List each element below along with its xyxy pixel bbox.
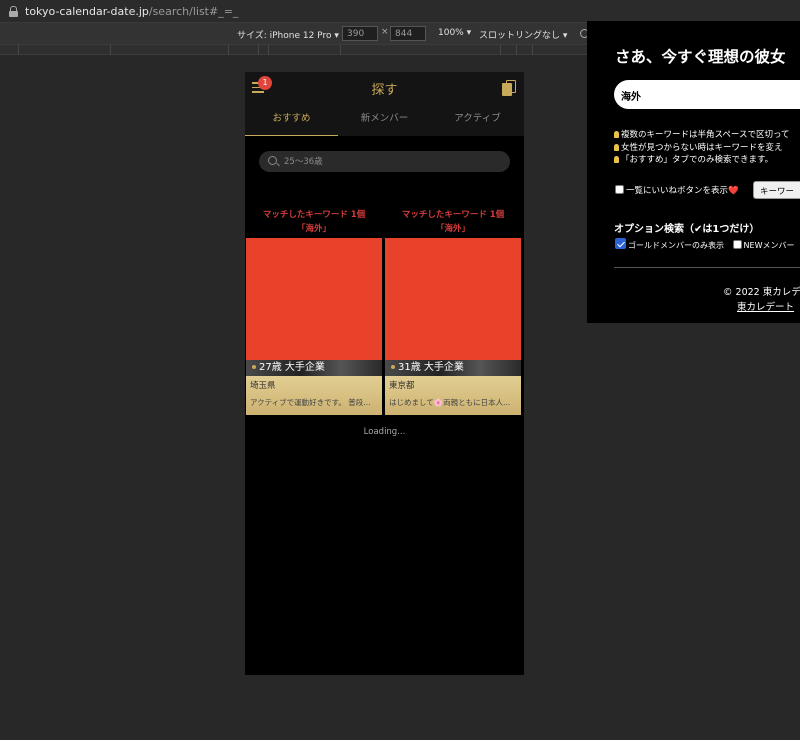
app-header: 1 探す	[245, 72, 524, 104]
profile-info: 東京都 はじめまして🌸両親ともに日本人...	[385, 376, 521, 415]
age-job-label: 27歳 大手企業	[252, 358, 325, 373]
url-path: /search/list#_=_	[148, 4, 239, 18]
divider	[614, 267, 800, 268]
lock-icon	[9, 5, 18, 17]
panel-title: さあ、今すぐ理想の彼女	[615, 48, 786, 66]
age-job-label: 31歳 大手企業	[391, 358, 464, 373]
lightbulb-icon	[614, 156, 619, 163]
profile-card[interactable]: マッチしたキーワード 1個 「海外」 27歳 大手企業 埼玉県 アクティブで運動…	[246, 208, 382, 415]
search-placeholder: 25〜36歳	[284, 157, 323, 167]
profile-photo[interactable]: 31歳 大手企業	[385, 238, 521, 376]
option-row: ゴールドメンバーのみ表示 NEWメンバー	[615, 238, 795, 251]
heart-icon: ❤️	[728, 186, 739, 196]
device-select[interactable]: サイズ: iPhone 12 Pro ▾	[237, 28, 339, 41]
redacted-photo	[385, 238, 521, 360]
bio: アクティブで運動好きです。 普段...	[250, 398, 371, 407]
device-height-input[interactable]: 844	[390, 26, 426, 41]
search-icon	[268, 156, 277, 165]
online-dot-icon	[391, 365, 395, 369]
keyword-input[interactable]: 海外	[614, 80, 800, 109]
redacted-photo	[246, 238, 382, 360]
prefecture: 埼玉県	[250, 381, 276, 391]
tab-active[interactable]: アクティブ	[431, 104, 524, 136]
search-input[interactable]: 25〜36歳	[259, 151, 510, 172]
footer-copyright: © 2022 東カレデ	[723, 287, 800, 298]
prefecture: 東京都	[389, 381, 415, 391]
new-member-label: NEWメンバー	[743, 241, 795, 250]
profile-photo[interactable]: 27歳 大手企業	[246, 238, 382, 376]
tips-list: 複数のキーワードは半角スペースで区切って 女性が見つからない時はキーワードを変え…	[614, 129, 790, 167]
keyword-button[interactable]: キーワー	[753, 181, 800, 199]
bio: はじめまして🌸両親ともに日本人...	[389, 398, 511, 407]
tab-new-members[interactable]: 新メンバー	[338, 104, 431, 136]
option-search-title: オプション検索（✔︎は1つだけ）	[614, 224, 760, 235]
keyword-search-panel: さあ、今すぐ理想の彼女 海外 複数のキーワードは半角スペースで区切って 女性が見…	[587, 21, 800, 323]
footer-link[interactable]: 東カレデート	[737, 299, 794, 313]
profile-info: 埼玉県 アクティブで運動好きです。 普段...	[246, 376, 382, 415]
checkbox[interactable]	[615, 185, 624, 194]
device-width-input[interactable]: 390	[342, 26, 378, 41]
online-dot-icon	[252, 365, 256, 369]
url-host: tokyo-calendar-date.jp	[25, 4, 149, 18]
match-keyword-label: マッチしたキーワード 1個 「海外」	[401, 210, 505, 234]
throttle-select[interactable]: スロットリングなし ▾	[479, 28, 567, 41]
tab-bar: おすすめ 新メンバー アクティブ	[245, 104, 524, 136]
browser-address-bar[interactable]: tokyo-calendar-date.jp/search/list#_=_	[0, 0, 800, 22]
page-title: 探す	[371, 83, 398, 98]
gold-member-checkbox[interactable]	[615, 238, 626, 249]
tab-recommended[interactable]: おすすめ	[245, 104, 338, 136]
loading-text: Loading...	[363, 427, 406, 437]
lightbulb-icon	[614, 131, 619, 138]
like-button-toggle[interactable]: 一覧にいいねボタンを表示❤️	[615, 184, 739, 196]
dimension-separator: ×	[381, 27, 389, 37]
match-keyword-label: マッチしたキーワード 1個 「海外」	[262, 210, 366, 234]
mobile-viewport: 1 探す おすすめ 新メンバー アクティブ 25〜36歳 マッチしたキーワード …	[245, 72, 524, 675]
zoom-select[interactable]: 100% ▾	[438, 28, 471, 38]
gold-member-label: ゴールドメンバーのみ表示	[628, 241, 724, 250]
new-member-checkbox[interactable]	[732, 240, 742, 249]
copy-icon[interactable]	[502, 80, 516, 96]
lightbulb-icon	[614, 143, 619, 151]
profile-card[interactable]: マッチしたキーワード 1個 「海外」 31歳 大手企業 東京都 はじめまして🌸両…	[385, 208, 521, 415]
